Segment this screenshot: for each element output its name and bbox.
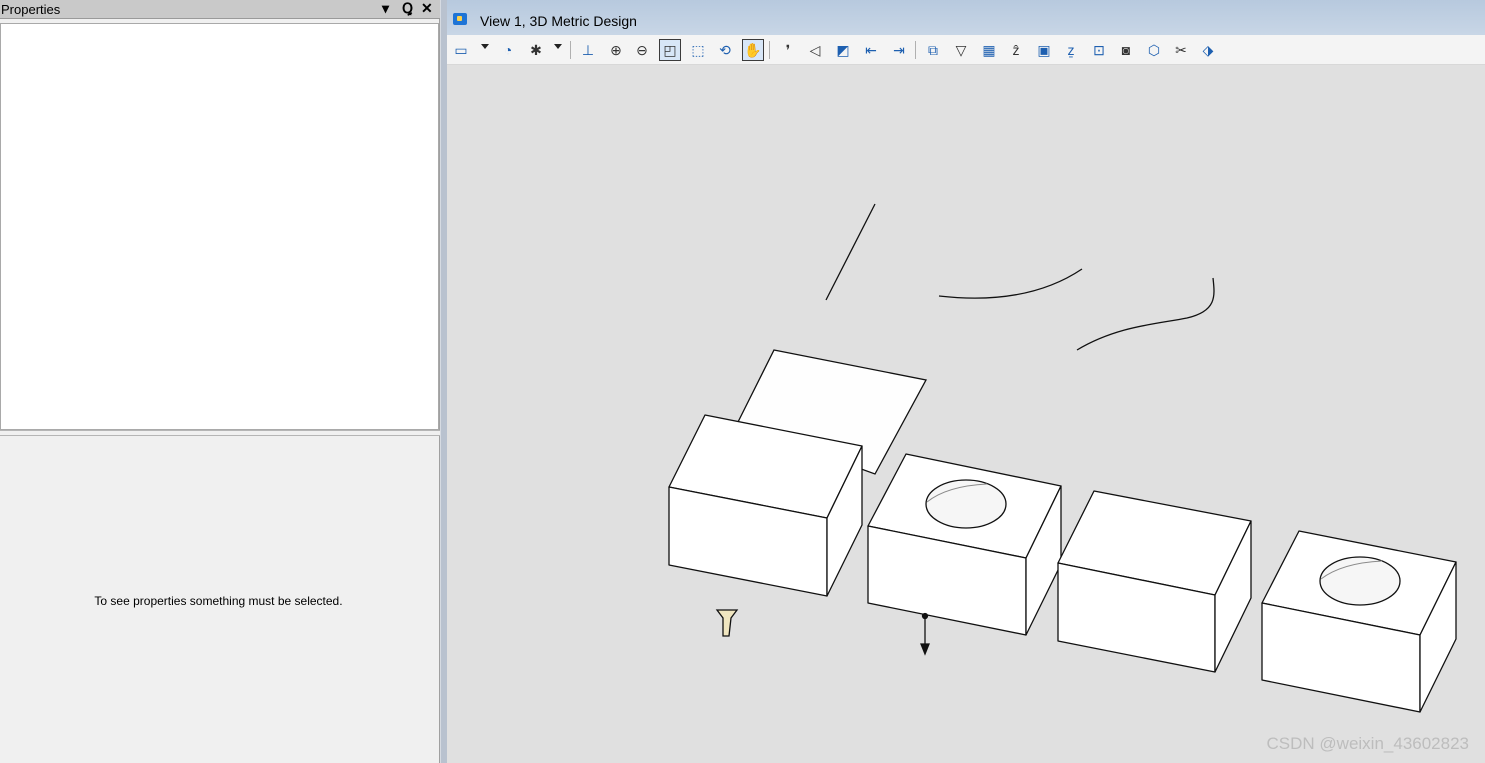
solid-box-2 — [1057, 490, 1252, 673]
properties-panel: Properties ▾ Ꝗ ✕ To see properties somet… — [0, 0, 440, 763]
view-window: View 1, 3D Metric Design ▭ ◔ ✱ ⊥ ⊕ ⊖ ◰ ⬚… — [447, 0, 1485, 763]
empty-selection-message: To see properties something must be sele… — [94, 594, 343, 608]
clip-volume-icon[interactable]: ⇥ — [888, 39, 910, 61]
view-title: View 1, 3D Metric Design — [480, 13, 637, 29]
levels-icon[interactable]: ◔ — [497, 39, 519, 61]
dock-separator[interactable] — [440, 0, 447, 763]
pin-icon[interactable]: Ꝗ — [402, 0, 413, 17]
camera-setup-icon[interactable]: ⊡ — [1088, 39, 1110, 61]
fit-view-icon[interactable]: ⬚ — [687, 39, 709, 61]
z-display-icon[interactable]: ▣ — [1033, 39, 1055, 61]
properties-title: Properties — [1, 2, 61, 17]
z-back-icon[interactable]: ẕ — [1060, 39, 1082, 61]
window-area-icon[interactable]: ◰ — [659, 39, 681, 61]
view-window-icon — [453, 13, 467, 25]
solid-box-hole-1 — [867, 453, 1062, 636]
properties-details: To see properties something must be sele… — [0, 436, 439, 763]
chevron-down-icon[interactable] — [554, 44, 562, 49]
microstation-window: Properties ▾ Ꝗ ✕ To see properties somet… — [0, 0, 1485, 763]
cell-marker-icon — [715, 609, 739, 637]
close-icon[interactable]: ✕ — [421, 0, 433, 17]
line-element — [825, 203, 876, 301]
pan-view-icon[interactable]: ✋ — [742, 39, 764, 61]
clip-front-icon[interactable]: ⧉ — [922, 39, 944, 61]
view-display-icon[interactable]: ▦ — [978, 39, 1000, 61]
design-view-canvas[interactable] — [447, 66, 1485, 763]
properties-title-bar: Properties ▾ Ꝗ ✕ — [0, 0, 440, 19]
curve-element — [1076, 277, 1215, 351]
solid-box-hole-2 — [1261, 530, 1457, 713]
toolbar-separator — [915, 41, 916, 59]
properties-list[interactable] — [0, 23, 439, 430]
panel-menu-icon[interactable]: ▾ — [382, 0, 389, 17]
arc-element — [938, 268, 1083, 299]
display-style-icon[interactable]: ✱ — [525, 39, 547, 61]
toolbar-separator — [769, 41, 770, 59]
origin-marker-icon — [920, 612, 930, 656]
z-front-icon[interactable]: ẑ — [1005, 39, 1027, 61]
view-control-toolbar: ▭ ◔ ✱ ⊥ ⊕ ⊖ ◰ ⬚ ⟲ ✋ ❜ ◁ ◩ ⇤ ⇥ ⧉ ▽ ▦ ẑ ▣ … — [447, 35, 1485, 65]
view-next-icon[interactable]: ◩ — [832, 39, 854, 61]
chevron-down-icon[interactable] — [481, 44, 489, 49]
rotate-view-icon[interactable]: ⟲ — [714, 39, 736, 61]
update-view-icon[interactable]: ⊥ — [577, 39, 599, 61]
toolbar-separator — [570, 41, 571, 59]
toggle-3d-icon[interactable]: ⬡ — [1143, 39, 1165, 61]
zoom-in-icon[interactable]: ⊕ — [605, 39, 627, 61]
saved-views-icon[interactable]: ⬗ — [1197, 39, 1219, 61]
solid-box-1 — [668, 414, 863, 597]
clip-mask-icon[interactable]: ▽ — [950, 39, 972, 61]
copy-view-icon[interactable]: ⇤ — [860, 39, 882, 61]
view-previous-icon[interactable]: ◁ — [804, 39, 826, 61]
view-title-bar: View 1, 3D Metric Design — [447, 0, 1485, 35]
zoom-out-icon[interactable]: ⊖ — [631, 39, 653, 61]
clip-tools-icon[interactable]: ✂ — [1170, 39, 1192, 61]
view-attributes-icon[interactable]: ▭ — [450, 39, 472, 61]
camera-icon[interactable]: ◙ — [1115, 39, 1137, 61]
watermark: CSDN @weixin_43602823 — [1266, 734, 1469, 753]
walk-icon[interactable]: ❜ — [777, 39, 799, 61]
